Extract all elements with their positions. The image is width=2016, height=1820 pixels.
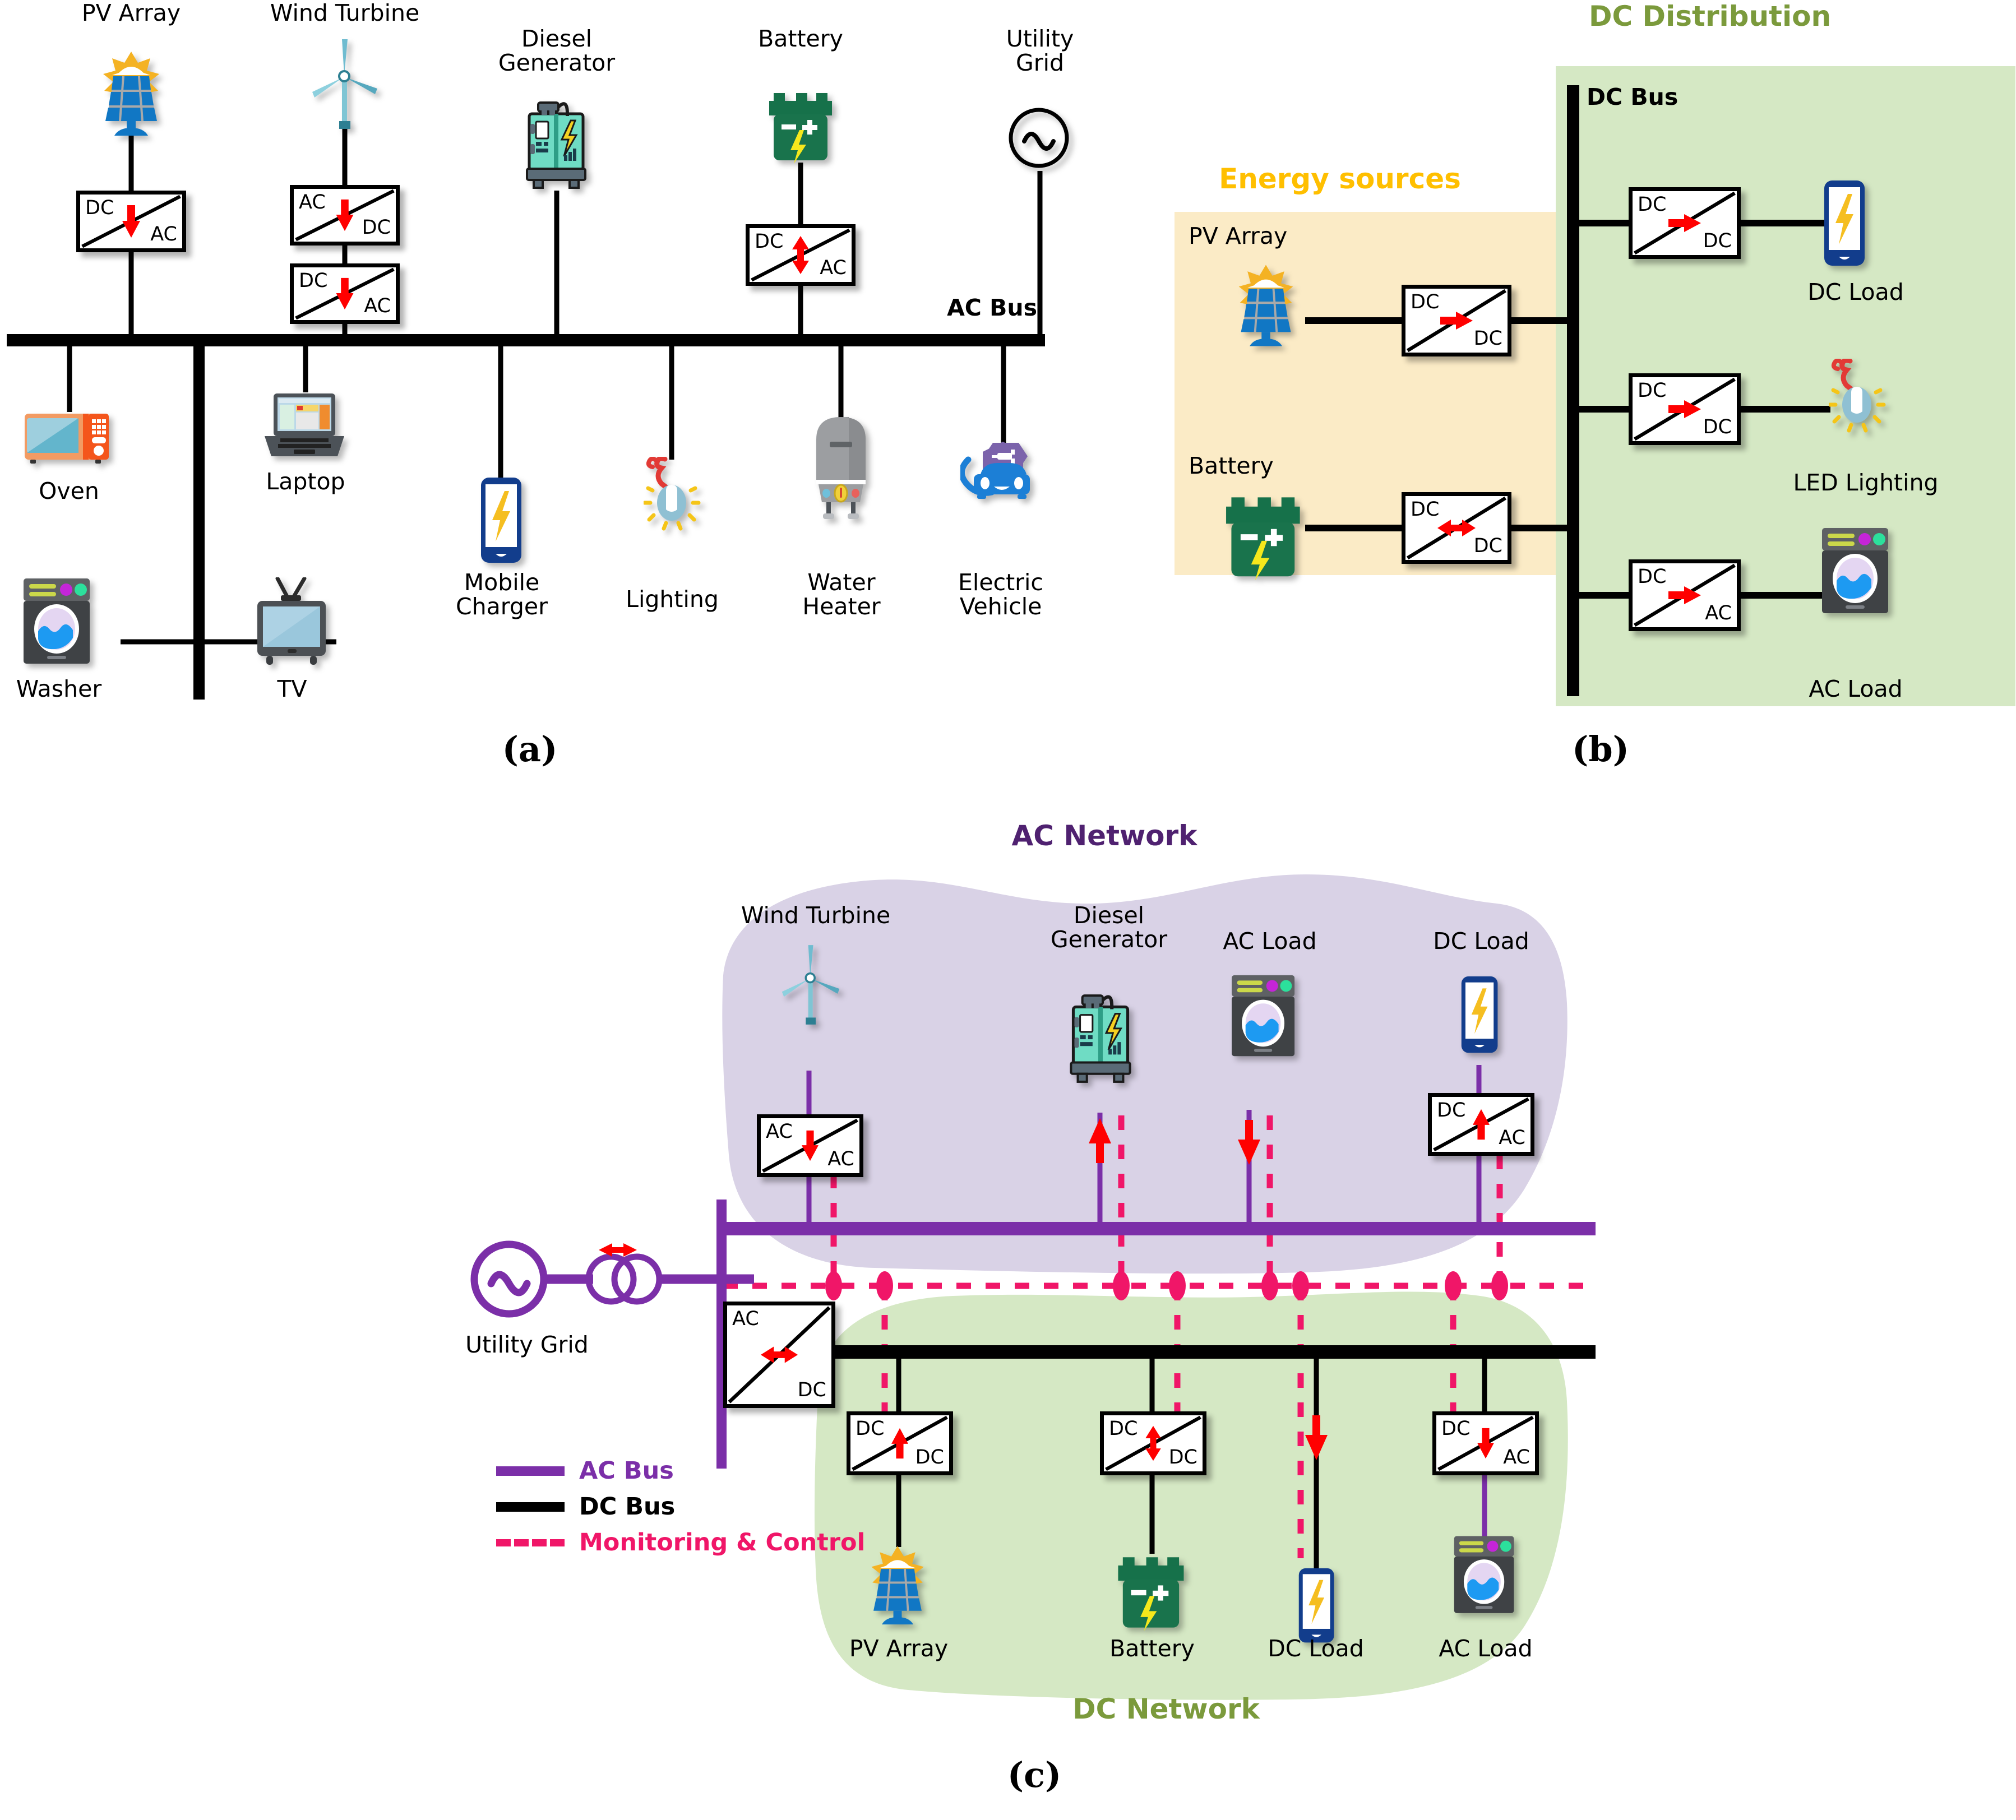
dc-bus-swatch [496, 1502, 565, 1512]
arrow-down-icon [802, 1130, 819, 1161]
arrow-up-icon [891, 1428, 908, 1459]
ac-bus-swatch [496, 1466, 565, 1476]
arrow-down-icon [1477, 1428, 1494, 1459]
converter-input-label: DC [1441, 1418, 1471, 1440]
arrow-updown-icon [1145, 1425, 1161, 1461]
washer-icon [1453, 1535, 1516, 1617]
panel-c-label-wind-turbine: Wind Turbine [741, 902, 891, 929]
legend-item-monitoring-control: Monitoring & Control [496, 1525, 865, 1560]
panel-c-dc-network-title: DC Network [1072, 1693, 1260, 1725]
converter-output-label: DC [1168, 1446, 1197, 1469]
panel-c-legend: AC Bus DC Bus Monitoring & Control [496, 1453, 865, 1560]
converter-c-dcload-dc-ac[interactable]: DC AC [1428, 1093, 1534, 1156]
converter-c-battery-dc-dc[interactable]: DC DC [1100, 1411, 1206, 1475]
legend-label-monitoring-control: Monitoring & Control [579, 1529, 866, 1557]
converter-input-label: AC [766, 1120, 793, 1143]
arrow-leftright-icon [760, 1346, 798, 1363]
converter-c-grid-tie-ac-dc[interactable]: AC DC [723, 1302, 835, 1408]
converter-output-label: DC [915, 1446, 944, 1469]
pv-array-icon [866, 1545, 929, 1627]
legend-label-ac-bus: AC Bus [579, 1457, 674, 1485]
panel-c-label-dc-load-2: DC Load [1268, 1635, 1364, 1662]
monitoring-control-swatch [496, 1539, 565, 1546]
panel-c-dc-bus [784, 1345, 1596, 1359]
converter-output-label: AC [1499, 1127, 1525, 1149]
panel-c-wiring [470, 874, 1596, 1700]
panel-c-label-ac-load: AC Load [1223, 928, 1317, 955]
converter-input-label: DC [1437, 1099, 1466, 1122]
converter-input-label: DC [1109, 1418, 1138, 1440]
legend-label-dc-bus: DC Bus [579, 1493, 676, 1521]
panel-c-label-dc-load: DC Load [1433, 928, 1529, 955]
converter-input-label: DC [856, 1418, 885, 1440]
converter-output-label: DC [797, 1379, 826, 1401]
converter-c-wind-ac-ac[interactable]: AC AC [757, 1114, 863, 1177]
mobile-charger-icon [1460, 975, 1500, 1055]
panel-c-label-pv-array: PV Array [849, 1635, 949, 1662]
panel-c-ac-bus [716, 1222, 1596, 1235]
panel-c-label-battery: Battery [1109, 1635, 1195, 1662]
legend-item-ac-bus: AC Bus [496, 1453, 865, 1489]
panel-c-label-diesel-generator: Diesel Generator [1050, 902, 1168, 953]
converter-input-label: AC [732, 1308, 759, 1330]
mobile-charger-icon [1298, 1567, 1336, 1645]
converter-output-label: AC [827, 1148, 854, 1170]
figure-canvas: PV Array Wind Turbine Diesel Generator B… [0, 0, 2016, 1820]
converter-output-label: AC [1503, 1446, 1530, 1469]
diesel-generator-icon [1065, 985, 1137, 1086]
wind-turbine-icon [781, 943, 841, 1027]
washer-icon [1231, 974, 1297, 1059]
panel-c-label-ac-load-2: AC Load [1439, 1635, 1533, 1662]
panel-c-label-utility-grid: Utility Grid [465, 1331, 589, 1358]
transformer-icon [585, 1253, 637, 1305]
converter-c-acload-dc-ac[interactable]: DC AC [1432, 1411, 1539, 1475]
arrow-up-icon [1473, 1109, 1490, 1140]
battery-icon [1115, 1554, 1189, 1632]
legend-item-dc-bus: DC Bus [496, 1489, 865, 1525]
panel-c-letter: (c) [1007, 1754, 1062, 1795]
